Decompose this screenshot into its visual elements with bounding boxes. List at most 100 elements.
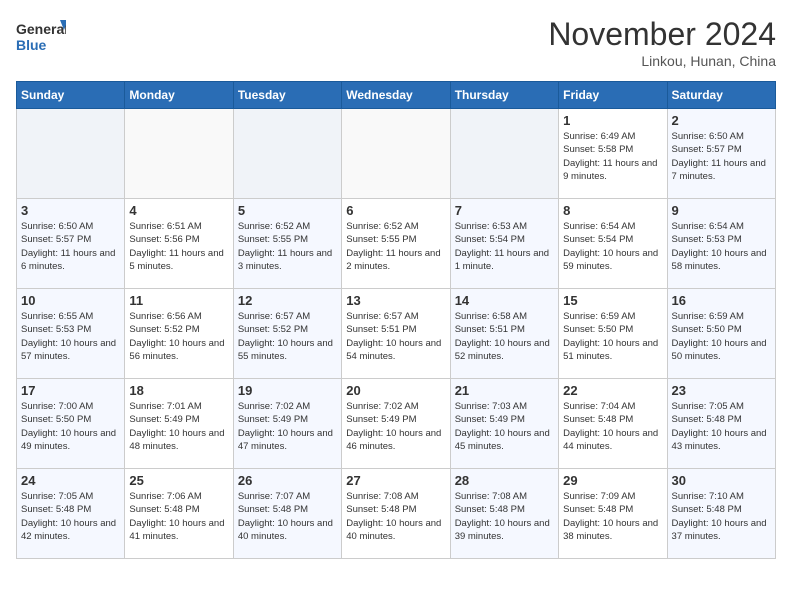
day-info: Sunrise: 7:02 AMSunset: 5:49 PMDaylight:… (238, 400, 337, 453)
day-info: Sunrise: 6:56 AMSunset: 5:52 PMDaylight:… (129, 310, 228, 363)
calendar-day-cell: 16Sunrise: 6:59 AMSunset: 5:50 PMDayligh… (667, 289, 775, 379)
day-number: 15 (563, 293, 662, 308)
day-number: 17 (21, 383, 120, 398)
day-info: Sunrise: 6:50 AMSunset: 5:57 PMDaylight:… (21, 220, 120, 273)
day-info: Sunrise: 7:04 AMSunset: 5:48 PMDaylight:… (563, 400, 662, 453)
day-number: 5 (238, 203, 337, 218)
day-info: Sunrise: 7:03 AMSunset: 5:49 PMDaylight:… (455, 400, 554, 453)
day-info: Sunrise: 7:05 AMSunset: 5:48 PMDaylight:… (21, 490, 120, 543)
calendar-day-cell: 28 Sunrise: 7:08 AMSunset: 5:48 PMDayligh… (450, 469, 558, 559)
calendar-day-cell: 10Sunrise: 6:55 AMSunset: 5:53 PMDayligh… (17, 289, 125, 379)
day-info: Sunrise: 6:54 AMSunset: 5:54 PMDaylight:… (563, 220, 662, 273)
calendar-day-cell: 4 Sunrise: 6:51 AMSunset: 5:56 PMDaylight… (125, 199, 233, 289)
weekday-header: Wednesday (342, 82, 450, 109)
day-info: Sunrise: 7:06 AMSunset: 5:48 PMDaylight:… (129, 490, 228, 543)
calendar-day-cell: 3Sunrise: 6:50 AMSunset: 5:57 PMDaylight… (17, 199, 125, 289)
day-number: 10 (21, 293, 120, 308)
day-number: 27 (346, 473, 445, 488)
calendar-week-row: 24 Sunrise: 7:05 AMSunset: 5:48 PMDayligh… (17, 469, 776, 559)
day-number: 14 (455, 293, 554, 308)
day-info: Sunrise: 7:07 AMSunset: 5:48 PMDaylight:… (238, 490, 337, 543)
calendar-day-cell: 20 Sunrise: 7:02 AMSunset: 5:49 PMDayligh… (342, 379, 450, 469)
day-info: Sunrise: 7:08 AMSunset: 5:48 PMDaylight:… (455, 490, 554, 543)
day-info: Sunrise: 6:52 AMSunset: 5:55 PMDaylight:… (238, 220, 337, 273)
day-number: 2 (672, 113, 771, 128)
svg-text:General: General (16, 21, 66, 37)
calendar-day-cell: 14 Sunrise: 6:58 AMSunset: 5:51 PMDayligh… (450, 289, 558, 379)
calendar-week-row: 10Sunrise: 6:55 AMSunset: 5:53 PMDayligh… (17, 289, 776, 379)
day-number: 23 (672, 383, 771, 398)
day-number: 18 (129, 383, 228, 398)
calendar-week-row: 17 Sunrise: 7:00 AMSunset: 5:50 PMDayligh… (17, 379, 776, 469)
day-info: Sunrise: 6:57 AMSunset: 5:51 PMDaylight:… (346, 310, 445, 363)
weekday-header: Saturday (667, 82, 775, 109)
calendar-day-cell: 26Sunrise: 7:07 AMSunset: 5:48 PMDayligh… (233, 469, 341, 559)
weekday-header: Monday (125, 82, 233, 109)
day-number: 30 (672, 473, 771, 488)
calendar-day-cell (450, 109, 558, 199)
day-info: Sunrise: 7:00 AMSunset: 5:50 PMDaylight:… (21, 400, 120, 453)
day-number: 28 (455, 473, 554, 488)
calendar-week-row: 3Sunrise: 6:50 AMSunset: 5:57 PMDaylight… (17, 199, 776, 289)
calendar-table: SundayMondayTuesdayWednesdayThursdayFrid… (16, 81, 776, 559)
calendar-day-cell (342, 109, 450, 199)
day-info: Sunrise: 7:05 AMSunset: 5:48 PMDaylight:… (672, 400, 771, 453)
day-number: 29 (563, 473, 662, 488)
weekday-header: Sunday (17, 82, 125, 109)
logo-svg: General Blue (16, 16, 66, 58)
day-number: 12 (238, 293, 337, 308)
day-info: Sunrise: 6:50 AMSunset: 5:57 PMDaylight:… (672, 130, 771, 183)
calendar-week-row: 1 Sunrise: 6:49 AMSunset: 5:58 PMDaylight… (17, 109, 776, 199)
calendar-day-cell: 5 Sunrise: 6:52 AMSunset: 5:55 PMDaylight… (233, 199, 341, 289)
day-info: Sunrise: 6:59 AMSunset: 5:50 PMDaylight:… (563, 310, 662, 363)
weekday-header: Thursday (450, 82, 558, 109)
day-number: 19 (238, 383, 337, 398)
day-number: 21 (455, 383, 554, 398)
location: Linkou, Hunan, China (548, 53, 776, 69)
calendar-day-cell: 11 Sunrise: 6:56 AMSunset: 5:52 PMDayligh… (125, 289, 233, 379)
day-number: 13 (346, 293, 445, 308)
day-info: Sunrise: 6:54 AMSunset: 5:53 PMDaylight:… (672, 220, 771, 273)
day-number: 9 (672, 203, 771, 218)
day-info: Sunrise: 7:10 AMSunset: 5:48 PMDaylight:… (672, 490, 771, 543)
day-number: 7 (455, 203, 554, 218)
calendar-day-cell: 15 Sunrise: 6:59 AMSunset: 5:50 PMDayligh… (559, 289, 667, 379)
day-number: 24 (21, 473, 120, 488)
day-info: Sunrise: 7:01 AMSunset: 5:49 PMDaylight:… (129, 400, 228, 453)
day-number: 25 (129, 473, 228, 488)
calendar-day-cell: 12 Sunrise: 6:57 AMSunset: 5:52 PMDayligh… (233, 289, 341, 379)
svg-text:Blue: Blue (16, 37, 47, 53)
title-block: November 2024 Linkou, Hunan, China (548, 16, 776, 69)
day-number: 20 (346, 383, 445, 398)
day-number: 6 (346, 203, 445, 218)
calendar-day-cell: 19 Sunrise: 7:02 AMSunset: 5:49 PMDayligh… (233, 379, 341, 469)
day-info: Sunrise: 6:58 AMSunset: 5:51 PMDaylight:… (455, 310, 554, 363)
calendar-day-cell: 30 Sunrise: 7:10 AMSunset: 5:48 PMDayligh… (667, 469, 775, 559)
calendar-day-cell: 24 Sunrise: 7:05 AMSunset: 5:48 PMDayligh… (17, 469, 125, 559)
day-info: Sunrise: 6:53 AMSunset: 5:54 PMDaylight:… (455, 220, 554, 273)
weekday-header: Friday (559, 82, 667, 109)
day-info: Sunrise: 7:09 AMSunset: 5:48 PMDaylight:… (563, 490, 662, 543)
day-info: Sunrise: 6:49 AMSunset: 5:58 PMDaylight:… (563, 130, 662, 183)
calendar-day-cell: 27Sunrise: 7:08 AMSunset: 5:48 PMDayligh… (342, 469, 450, 559)
calendar-day-cell: 25 Sunrise: 7:06 AMSunset: 5:48 PMDayligh… (125, 469, 233, 559)
calendar-day-cell: 21 Sunrise: 7:03 AMSunset: 5:49 PMDayligh… (450, 379, 558, 469)
day-info: Sunrise: 6:59 AMSunset: 5:50 PMDaylight:… (672, 310, 771, 363)
day-number: 11 (129, 293, 228, 308)
weekday-header-row: SundayMondayTuesdayWednesdayThursdayFrid… (17, 82, 776, 109)
calendar-day-cell: 2 Sunrise: 6:50 AMSunset: 5:57 PMDaylight… (667, 109, 775, 199)
day-number: 4 (129, 203, 228, 218)
day-info: Sunrise: 6:57 AMSunset: 5:52 PMDaylight:… (238, 310, 337, 363)
day-info: Sunrise: 7:02 AMSunset: 5:49 PMDaylight:… (346, 400, 445, 453)
calendar-day-cell: 13 Sunrise: 6:57 AMSunset: 5:51 PMDayligh… (342, 289, 450, 379)
day-info: Sunrise: 6:51 AMSunset: 5:56 PMDaylight:… (129, 220, 228, 273)
calendar-day-cell: 8 Sunrise: 6:54 AMSunset: 5:54 PMDaylight… (559, 199, 667, 289)
logo: General Blue (16, 16, 66, 58)
day-number: 8 (563, 203, 662, 218)
day-number: 1 (563, 113, 662, 128)
calendar-day-cell: 23 Sunrise: 7:05 AMSunset: 5:48 PMDayligh… (667, 379, 775, 469)
calendar-day-cell: 9 Sunrise: 6:54 AMSunset: 5:53 PMDaylight… (667, 199, 775, 289)
calendar-day-cell: 1 Sunrise: 6:49 AMSunset: 5:58 PMDaylight… (559, 109, 667, 199)
calendar-day-cell: 22Sunrise: 7:04 AMSunset: 5:48 PMDayligh… (559, 379, 667, 469)
calendar-day-cell: 29 Sunrise: 7:09 AMSunset: 5:48 PMDayligh… (559, 469, 667, 559)
